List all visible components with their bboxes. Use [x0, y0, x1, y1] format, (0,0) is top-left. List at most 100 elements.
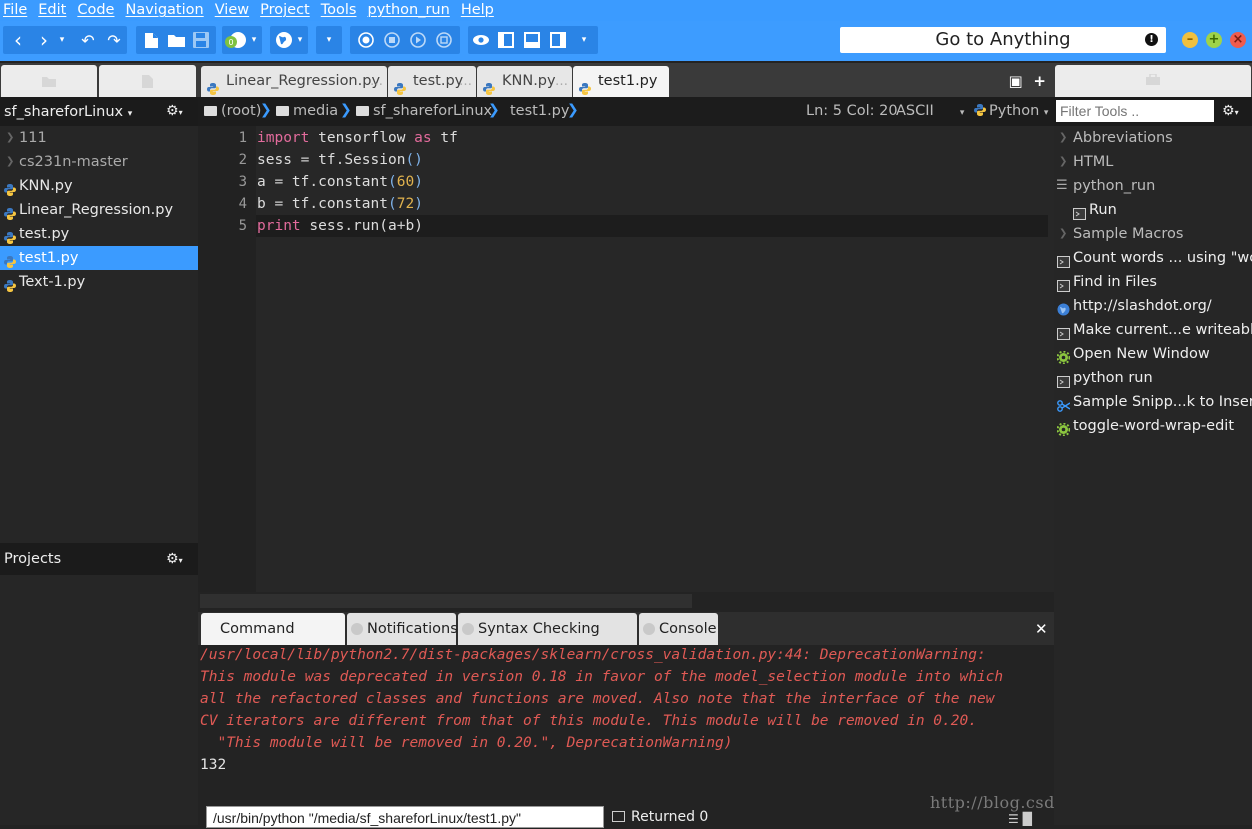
tool-item[interactable]: Count words ... using "wc" [1057, 246, 1252, 270]
back-icon[interactable]: ‹ [6, 27, 30, 53]
save-macro-icon[interactable] [432, 27, 456, 53]
places-tab[interactable] [1, 65, 97, 97]
tool-item[interactable]: http://slashdot.org/ [1057, 294, 1212, 318]
play-macro-icon[interactable] [406, 27, 430, 53]
file-item[interactable]: test.py [0, 222, 198, 246]
menu-python-run[interactable]: python_run [364, 0, 453, 21]
breadcrumb-root[interactable]: (root) [204, 103, 261, 119]
bottom-tab[interactable]: Console [639, 613, 718, 645]
toggle-left-pane-icon[interactable] [494, 27, 518, 53]
editor-tab[interactable]: test.py… [388, 66, 476, 97]
bottom-tab[interactable]: Syntax Checking Status [458, 613, 637, 669]
menu-help[interactable]: Help [458, 0, 498, 21]
breadcrumb-media[interactable]: media [276, 103, 338, 119]
toggle-right-pane-icon[interactable] [546, 27, 570, 53]
info-icon [351, 623, 363, 635]
tool-item[interactable]: Make current...e writeable [1057, 318, 1252, 342]
warning-line: "This module will be removed in 0.20.", … [200, 735, 733, 751]
layout-dropdown[interactable]: ▾ [578, 27, 590, 53]
horizontal-scrollbar[interactable] [200, 594, 692, 608]
chevron-right-icon[interactable]: ❯ [1059, 150, 1067, 174]
close-tab-icon[interactable]: … [370, 66, 383, 97]
history-dropdown[interactable]: ▾ [56, 27, 68, 53]
line-number: 3 [238, 174, 247, 190]
editor-tab[interactable]: Linear_Regression.py… [201, 66, 387, 97]
go-to-anything-field[interactable]: Go to Anything ! [840, 27, 1166, 53]
tool-folder[interactable]: ❯ HTML [1059, 150, 1113, 174]
close-tab-icon[interactable]: … [555, 66, 568, 97]
menu-lines-icon[interactable]: ☰ [1056, 174, 1068, 198]
globe-icon[interactable] [272, 27, 296, 53]
new-file-icon[interactable] [139, 27, 163, 53]
projects-gear-icon[interactable]: ⚙▾ [166, 551, 183, 567]
code-editor[interactable]: 12345 import tensorflow as tf sess = tf.S… [198, 126, 1054, 592]
debug-dropdown[interactable]: ▾ [248, 27, 260, 53]
chevron-right-icon[interactable]: ❯ [1059, 222, 1067, 246]
menu-file[interactable]: File [0, 0, 31, 21]
bottom-tab[interactable]: Command Output [201, 613, 345, 669]
open-folder-icon[interactable] [164, 27, 188, 53]
tool-folder[interactable]: ❯ Abbreviations [1059, 126, 1173, 150]
places-title[interactable]: sf_shareforLinux ▾ [0, 104, 132, 120]
bottom-tab[interactable]: Notifications [347, 613, 458, 645]
debug-icon[interactable]: 0 [224, 27, 248, 53]
close-window-icon[interactable]: × [1230, 32, 1246, 48]
menu-edit[interactable]: Edit [35, 0, 70, 21]
close-bottom-pane-icon[interactable]: ✕ [1035, 620, 1048, 638]
file-item[interactable]: Linear_Regression.py [0, 198, 198, 222]
undo-icon[interactable]: ↶ [76, 27, 100, 53]
save-icon[interactable] [189, 27, 213, 53]
code-token: () [405, 152, 423, 168]
editor-tab[interactable]: KNN.py… [477, 66, 572, 97]
chevron-right-icon[interactable]: ❯ [6, 126, 14, 150]
redo-icon[interactable]: ↷ [102, 27, 126, 53]
tool-item[interactable]: toggle-word-wrap-edit [1056, 414, 1234, 438]
tool-item[interactable]: Sample Snipp...k to Insert [1057, 390, 1252, 414]
tab-list-icon[interactable]: ▣ [1008, 72, 1022, 90]
toolbox-gear-icon[interactable]: ⚙▾ [1222, 103, 1239, 119]
toolbox-tab[interactable] [1055, 65, 1251, 97]
chevron-right-icon[interactable]: ❯ [1059, 126, 1067, 150]
folder-item[interactable]: ❯ 111 [0, 126, 198, 150]
tool-item[interactable]: Open New Window [1056, 342, 1210, 366]
tool-item[interactable]: python run [1057, 366, 1153, 390]
minimize-icon[interactable]: – [1182, 32, 1198, 48]
code-token: b [405, 218, 415, 234]
tool-item[interactable]: Run [1073, 198, 1117, 222]
filter-tools-input[interactable] [1056, 100, 1214, 122]
close-tab-icon[interactable]: … [459, 66, 472, 97]
file-item[interactable]: KNN.py [0, 174, 198, 198]
menu-tools[interactable]: Tools [318, 0, 361, 21]
stop-macro-icon[interactable] [380, 27, 404, 53]
menu-code[interactable]: Code [74, 0, 118, 21]
codeintel-tab[interactable] [99, 65, 196, 97]
chevron-right-icon[interactable]: ❯ [6, 150, 14, 174]
record-macro-icon[interactable] [354, 27, 378, 53]
tool-folder-open[interactable]: ☰ python_run [1056, 174, 1155, 198]
toggle-bottom-pane-icon[interactable] [520, 27, 544, 53]
code-token: ) [414, 174, 423, 190]
menu-navigation[interactable]: Navigation [122, 0, 207, 21]
menu-project[interactable]: Project [257, 0, 314, 21]
places-gear-icon[interactable]: ⚙▾ [166, 103, 183, 119]
preview-eye-icon[interactable] [469, 27, 493, 53]
file-item[interactable]: test1.py [0, 246, 198, 270]
menu-view[interactable]: View [212, 0, 253, 21]
tool-folder[interactable]: ❯ Sample Macros [1059, 222, 1183, 246]
forward-icon[interactable]: › [32, 27, 56, 53]
browser-dropdown[interactable]: ▾ [294, 27, 306, 53]
breadcrumb-file[interactable]: test1.py [510, 103, 569, 119]
folder-item[interactable]: ❯ cs231n-master [0, 150, 198, 174]
tool-item-label: http://slashdot.org/ [1073, 298, 1212, 314]
language-selector[interactable]: Python ▾ [974, 103, 1048, 119]
file-item[interactable]: Text-1.py [0, 270, 198, 294]
extra-dropdown[interactable]: ▾ [323, 27, 335, 53]
output-menu-icon[interactable]: ☰ █ [1008, 812, 1032, 826]
encoding-selector[interactable]: ASCII ▾ [896, 103, 964, 119]
notification-alert-icon[interactable]: ! [1145, 33, 1158, 46]
breadcrumb-shared-folder[interactable]: sf_shareforLinux [356, 103, 492, 119]
editor-tab[interactable]: test1.py [573, 66, 669, 97]
maximize-icon[interactable]: + [1206, 32, 1222, 48]
new-tab-icon[interactable]: + [1033, 72, 1046, 90]
tool-item[interactable]: Find in Files [1057, 270, 1157, 294]
